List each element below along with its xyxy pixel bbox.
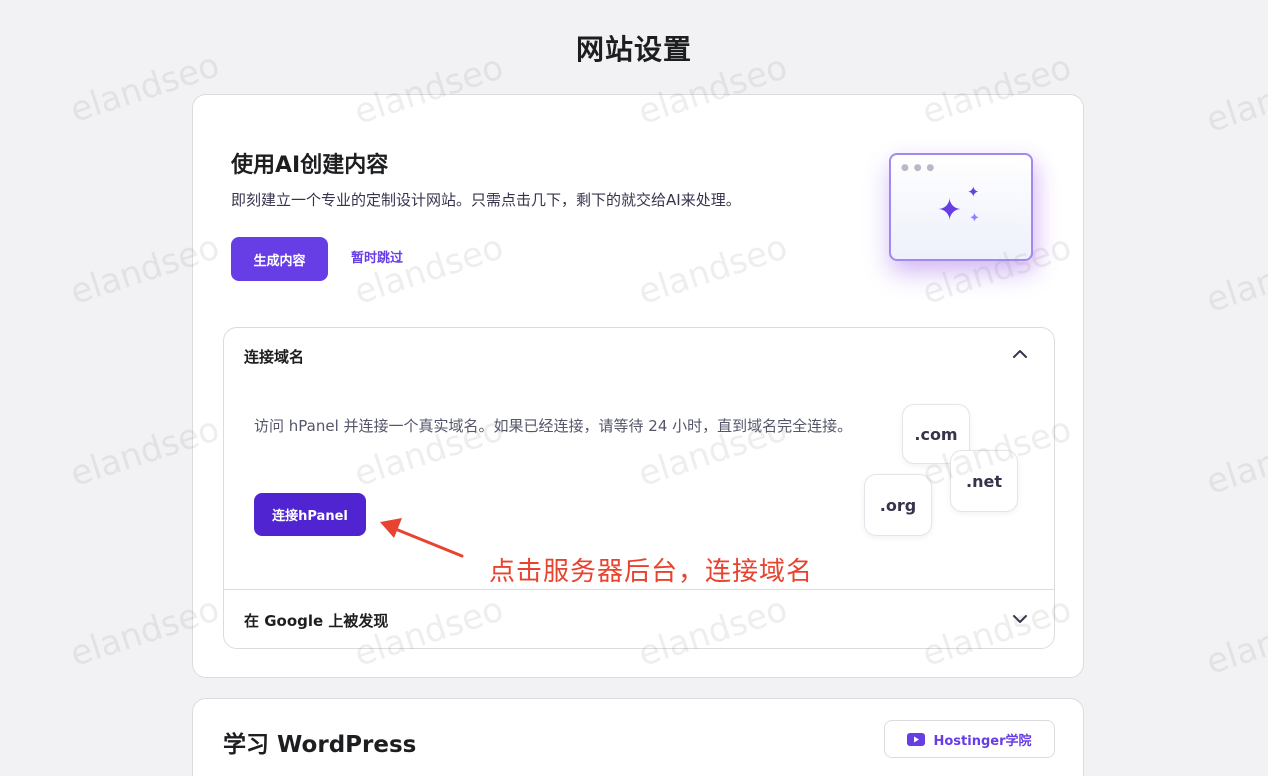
tld-org-badge: .org — [864, 474, 932, 536]
hostinger-academy-button[interactable]: Hostinger学院 — [884, 720, 1055, 758]
watermark: elandseo — [1201, 417, 1268, 503]
chevron-down-icon[interactable] — [1010, 609, 1030, 629]
connect-domain-description: 访问 hPanel 并连接一个真实域名。如果已经连接，请等待 24 小时，直到域… — [254, 417, 853, 435]
annotation-text: 点击服务器后台，连接域名 — [489, 557, 814, 587]
chevron-up-icon[interactable] — [1010, 344, 1030, 364]
ai-section-title: 使用AI创建内容 — [231, 153, 389, 178]
watermark: elandseo — [1201, 55, 1268, 141]
connect-hpanel-button[interactable]: 连接hPanel — [254, 493, 366, 536]
youtube-icon — [907, 732, 926, 746]
watermark: elandseo — [1201, 597, 1268, 683]
sparkles-icon: ✦ — [937, 193, 963, 228]
google-discovery-header[interactable]: 在 Google 上被发现 — [244, 610, 388, 631]
page-title: 网站设置 — [575, 33, 692, 66]
wordpress-title: 学习 WordPress — [223, 732, 417, 758]
window-dots-icon: ● ● ● — [901, 163, 936, 173]
accordion-divider — [224, 589, 1054, 590]
sparkle-small-icon: ✦ — [967, 183, 980, 201]
sparkle-tiny-icon: ✦ — [969, 211, 980, 226]
watermark: elandseo — [1201, 235, 1268, 321]
tld-net-badge: .net — [950, 450, 1018, 512]
generate-content-button[interactable]: 生成内容 — [231, 237, 328, 281]
setup-accordion: 连接域名 访问 hPanel 并连接一个真实域名。如果已经连接，请等待 24 小… — [223, 327, 1055, 649]
ai-section-description: 即刻建立一个专业的定制设计网站。只需点击几下，剩下的就交给AI来处理。 — [231, 191, 741, 209]
ai-illustration: ● ● ● ✦ ✦ ✦ — [889, 153, 1033, 261]
annotation-arrow-icon — [380, 518, 464, 558]
skip-button[interactable]: 暂时跳过 — [351, 237, 403, 281]
settings-card: 使用AI创建内容 即刻建立一个专业的定制设计网站。只需点击几下，剩下的就交给AI… — [192, 94, 1084, 678]
connect-domain-header[interactable]: 连接域名 — [244, 346, 304, 367]
hostinger-academy-label: Hostinger学院 — [933, 733, 1032, 749]
wordpress-card: 学习 WordPress Hostinger学院 — [192, 698, 1084, 776]
